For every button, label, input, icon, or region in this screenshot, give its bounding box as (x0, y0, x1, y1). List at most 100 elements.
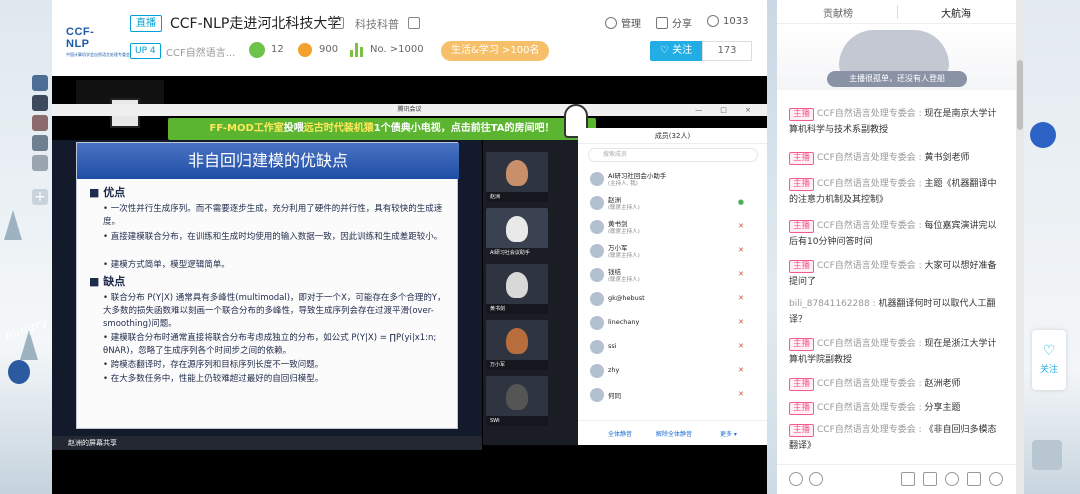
chat-user[interactable]: CCF自然语言处理专委会 (817, 379, 916, 389)
side-icon-4[interactable] (32, 135, 48, 151)
chat-message: bili_87841162288 : 机器翻译何时可以取代人工翻译？ (789, 299, 996, 325)
room-title: CCF-NLP走进河北科技大学 (170, 16, 342, 32)
rank-number: No. >1000 (370, 44, 424, 55)
cake-icon[interactable] (923, 472, 937, 486)
member-item[interactable]: linechany ✕ (586, 312, 762, 334)
chat-user[interactable]: CCF自然语言处理专委会 (817, 109, 916, 119)
viewers-count: 1033 (707, 15, 748, 27)
tile-label: 黄书剑 (486, 304, 548, 314)
share-button[interactable]: 分享 (656, 15, 692, 30)
video-tile[interactable]: AI研习社会议助手 (486, 208, 548, 258)
feedback-icon[interactable] (989, 472, 1003, 486)
ad-mid2: 1个债典小电视， (373, 123, 451, 134)
meeting-title: 腾讯会议 (397, 106, 422, 113)
member-item[interactable]: gk@hebust ✕ (586, 288, 762, 310)
people-icon (707, 15, 719, 27)
chat-user[interactable]: CCF自然语言处理专委会 (817, 339, 916, 349)
window-controls[interactable]: — □ × (695, 104, 759, 116)
avatar (590, 364, 604, 378)
side-icon-1[interactable] (32, 75, 48, 91)
more-button[interactable]: 更多 ▾ (720, 429, 737, 438)
room-logo[interactable]: CCF-NLP 中国计算机学会自然语言处理专委会 (66, 26, 130, 57)
avatar (590, 196, 604, 210)
video-tile[interactable]: 黄书剑 (486, 264, 548, 314)
chat-user[interactable]: CCF自然语言处理专委会 (817, 221, 916, 231)
tab-contribution[interactable]: 贡献榜 (823, 5, 853, 20)
gift-icon[interactable] (901, 472, 915, 486)
side-icon-2[interactable] (32, 95, 48, 111)
follow-button[interactable]: ♡ 关注 (650, 41, 702, 61)
member-item[interactable]: zhy ✕ (586, 360, 762, 382)
video-tile[interactable]: 万小军 (486, 320, 548, 370)
member-item[interactable]: ssi ✕ (586, 336, 762, 358)
members-header: 成员(32人) (578, 128, 767, 144)
member-item[interactable]: 黄书剑 (联席主持人) ✕ (586, 216, 762, 238)
guard-banner: 主播很孤单，还没有人登船 (777, 24, 1016, 90)
chat-user[interactable]: CCF自然语言处理专委会 (817, 179, 916, 189)
member-search-input[interactable]: 搜索成员 (588, 148, 758, 162)
members-panel: 成员(32人) 搜索成员 AI研习社回会小助手 (主持人, 我) 赵洲 (联席主持人… (578, 128, 767, 445)
viewers-label: 1033 (723, 15, 749, 27)
manage-button[interactable]: 管理 (605, 15, 641, 30)
manage-label: 管理 (621, 19, 641, 30)
avatar (590, 316, 604, 330)
ad-mid: 投喂 (283, 123, 304, 134)
scrollbar-thumb[interactable] (1017, 60, 1023, 130)
mic-muted-icon: ✕ (738, 270, 744, 278)
member-item[interactable]: AI研习社回会小助手 (主持人, 我) (586, 168, 762, 190)
chat-message: 主播 CCF自然语言处理专委会 : 现在是南京大学计算机科学与技术系副教授 (789, 108, 997, 135)
side-follow-button[interactable]: ♡ 关注 (1032, 330, 1066, 390)
gift-ad-banner[interactable]: FF-MOD工作室投喂远古时代装机猿1个债典小电视，点击前往TA的房间吧！ (168, 118, 596, 140)
fan-medal-icon (249, 42, 265, 58)
member-item[interactable]: 钱结 (联席主持人) ✕ (586, 264, 762, 286)
room-category[interactable]: 科技科普 (355, 16, 399, 32)
edit-category-icon[interactable] (408, 17, 420, 29)
side-icon-3[interactable] (32, 115, 48, 131)
side-icon-5[interactable] (32, 155, 48, 171)
page-scrollbar[interactable] (1016, 0, 1024, 494)
chat-user[interactable]: CCF自然语言处理专委会 (817, 403, 916, 413)
unmute-all-button[interactable]: 解除全体静音 (656, 429, 692, 438)
host-badge: 主播 (789, 108, 815, 121)
host-badge: 主播 (789, 338, 815, 351)
speaker-avatar (506, 160, 528, 186)
tab-guard[interactable]: 大航海 (941, 5, 971, 20)
slide-heading-cons: ■ 缺点 (89, 275, 126, 288)
tab-divider (897, 5, 898, 19)
up-name[interactable]: CCF自然语言... (166, 44, 235, 59)
chat-message: 主播 CCF自然语言处理专委会 : 大家可以想好准备提问了 (789, 260, 997, 287)
palette-icon[interactable] (809, 472, 823, 486)
member-role: (联席主持人) (608, 229, 640, 235)
danmaku-list[interactable]: 主播 CCF自然语言处理专委会 : 现在是南京大学计算机科学与技术系副教授 主播 C… (777, 92, 1016, 464)
heart-icon: ♡ (1042, 343, 1056, 359)
tree-decor (4, 210, 22, 240)
follow-label: 关注 (672, 45, 693, 56)
settings-icon[interactable] (967, 472, 981, 486)
slide-point: • 建模方式简单，模型逻辑简单。 (103, 260, 230, 270)
member-item[interactable]: 万小军 (联席主持人) ✕ (586, 240, 762, 262)
mic-muted-icon: ✕ (738, 390, 744, 398)
live-video-player[interactable]: 腾讯会议 — □ × FF-MOD工作室投喂远古时代装机猿1个债典小电视，点击前… (52, 76, 767, 494)
guard-message: 主播很孤单，还没有人登船 (827, 71, 967, 87)
chat-user[interactable]: CCF自然语言处理专委会 (817, 153, 916, 163)
player-control-bar[interactable] (52, 450, 767, 494)
mute-all-button[interactable]: 全体静音 (608, 429, 632, 438)
ticket-icon[interactable] (945, 472, 959, 486)
side-follow-label: 关注 (1039, 365, 1058, 375)
panel-tabs: 贡献榜 大航海 (777, 0, 1016, 24)
share-label: 分享 (672, 19, 692, 30)
emoji-icon[interactable] (789, 472, 803, 486)
area-rank-button[interactable]: 生活&学习 >100名 (441, 41, 550, 61)
chat-user[interactable]: CCF自然语言处理专委会 (817, 261, 916, 271)
video-tile[interactable]: 赵洲 (486, 152, 548, 202)
video-tile[interactable]: SWI (486, 376, 548, 426)
chat-user[interactable]: bili_87841162288 (789, 299, 870, 309)
chat-message: 主播 CCF自然语言处理专委会 : 主题《机器翻译中的注意力机制及其控制》 (789, 178, 997, 205)
member-role: (主持人, 我) (608, 181, 638, 187)
member-item[interactable]: 赵洲 (联席主持人) ● (586, 192, 762, 214)
side-add-icon[interactable]: + (32, 189, 48, 205)
chat-message: 主播 CCF自然语言处理专委会 : 分享主题 (789, 400, 1004, 416)
member-item[interactable]: 何同 ✕ (586, 384, 762, 406)
edit-title-icon[interactable] (332, 17, 344, 29)
chat-user[interactable]: CCF自然语言处理专委会 (817, 425, 916, 435)
